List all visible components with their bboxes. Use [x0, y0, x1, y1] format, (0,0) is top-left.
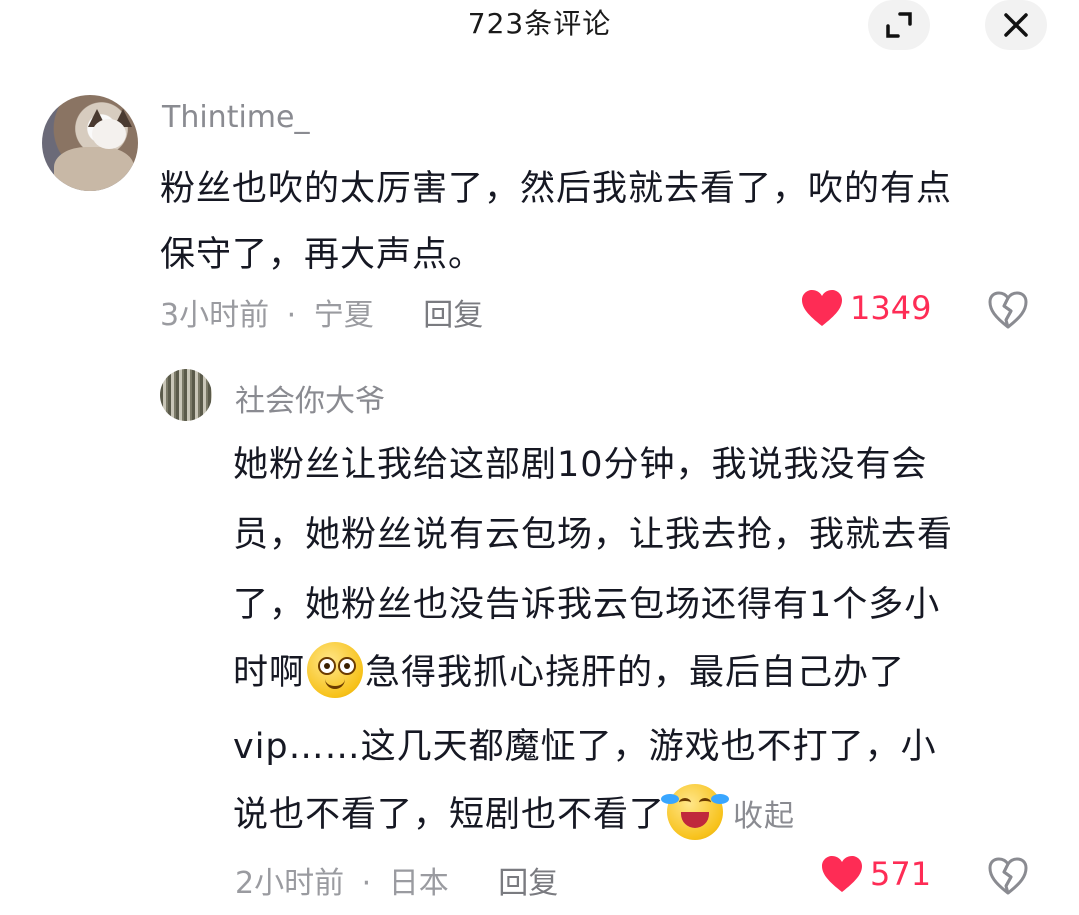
reply-text-line: vip……这几天都魔怔了，游戏也不打了，小	[233, 727, 937, 767]
reply-text-segment: 时啊	[233, 653, 306, 693]
broken-heart-icon	[988, 291, 1028, 329]
comment-username[interactable]: Thintime_	[162, 100, 309, 135]
reply-like-count: 571	[870, 855, 932, 893]
close-icon	[1004, 13, 1028, 37]
reply-dislike-button[interactable]	[987, 856, 1029, 900]
reply-username[interactable]: 社会你大爷	[235, 376, 385, 420]
heart-icon	[822, 856, 862, 892]
reply-location: 日本	[388, 866, 449, 901]
reply-button[interactable]: 回复	[423, 298, 483, 333]
reply-text-line: 时啊 急得我抓心挠肝的，最后自己办了	[233, 642, 906, 702]
like-button[interactable]: 1349	[800, 288, 931, 328]
reply-text-segment: 说也不看了，短剧也不看了	[233, 795, 666, 835]
avatar[interactable]	[42, 95, 138, 191]
broken-heart-icon	[988, 857, 1028, 895]
reply-reply-button[interactable]: 回复	[498, 866, 558, 901]
comment-meta: 3小时前 · 宁夏 回复	[160, 290, 483, 334]
like-count: 1349	[850, 289, 932, 327]
reply-text-segment: 急得我抓心挠肝的，最后自己办了	[365, 653, 906, 693]
reply-meta: 2小时前 · 日本 回复	[235, 858, 558, 902]
reply-text-line: 员，她粉丝说有云包场，让我去抢，我就去看	[233, 515, 954, 555]
collapse-button[interactable]: 收起	[733, 799, 795, 834]
reply-text-line: 了，她粉丝也没告诉我云包场还得有1个多小	[233, 585, 941, 625]
comments-header: 723条评论	[0, 0, 1079, 70]
reply-avatar[interactable]	[160, 369, 212, 421]
reply-text-line: 说也不看了，短剧也不看了 收起	[233, 784, 795, 844]
meta-separator: ·	[286, 298, 297, 333]
expand-button[interactable]	[868, 0, 930, 50]
reply-like-button[interactable]: 571	[820, 854, 931, 894]
smile-emoji-icon	[307, 642, 364, 698]
reply-time: 2小时前	[235, 866, 345, 901]
comment-text-line: 保守了，再大声点。	[160, 235, 485, 275]
expand-icon	[886, 12, 912, 38]
comment-location: 宁夏	[313, 298, 374, 333]
reply-text-line: 她粉丝让我给这部剧10分钟，我说我没有会	[233, 445, 928, 485]
close-button[interactable]	[985, 0, 1047, 50]
heart-icon	[802, 290, 842, 326]
comment-time: 3小时前	[160, 298, 270, 333]
comment-text-line: 粉丝也吹的太厉害了，然后我就去看了，吹的有点	[160, 169, 953, 209]
meta-separator: ·	[361, 866, 372, 901]
laugh-cry-emoji-icon	[661, 784, 730, 840]
dislike-button[interactable]	[987, 290, 1029, 334]
